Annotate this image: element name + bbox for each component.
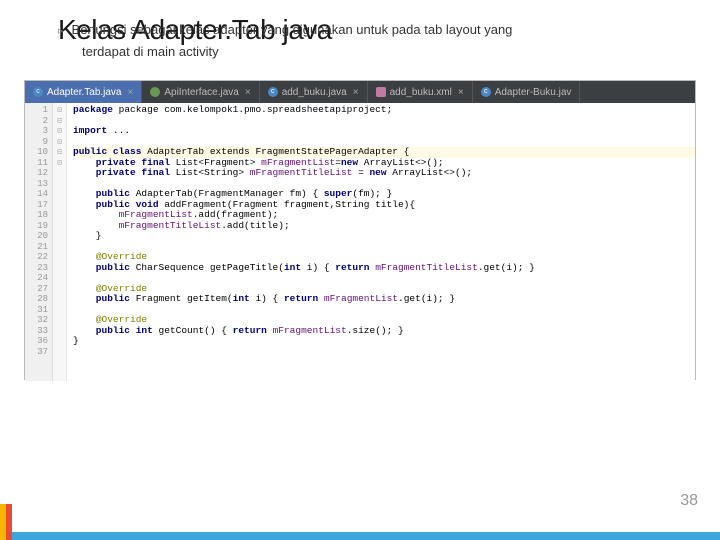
class-icon: c — [33, 87, 43, 97]
class-icon: c — [481, 87, 491, 97]
tab-adapter-tab[interactable]: cAdapter.Tab.java× — [25, 81, 142, 103]
code-editor-window: cAdapter.Tab.java× ApiInterface.java× ca… — [24, 80, 696, 380]
tab-add-buku-java[interactable]: cadd_buku.java× — [260, 81, 368, 103]
footer-accent — [0, 504, 720, 540]
xml-icon — [376, 87, 386, 97]
bullet-line-1: ▹Berfungsi sebagai kelas adapter yang di… — [58, 22, 512, 37]
tab-api-interface[interactable]: ApiInterface.java× — [142, 81, 259, 103]
close-icon[interactable]: × — [353, 87, 359, 98]
bullet-arrow-icon: ▹ — [58, 25, 64, 37]
editor-body: 1239101112131417181920212223242728313233… — [25, 103, 695, 381]
tab-add-buku-xml[interactable]: add_buku.xml× — [368, 81, 473, 103]
class-icon: c — [268, 87, 278, 97]
tab-adapter-buku[interactable]: cAdapter-Buku.jav — [473, 81, 581, 103]
code-area[interactable]: package package com.kelompok1.pmo.spread… — [67, 103, 695, 381]
close-icon[interactable]: × — [458, 87, 464, 98]
editor-tab-bar: cAdapter.Tab.java× ApiInterface.java× ca… — [25, 81, 695, 103]
line-number-gutter: 1239101112131417181920212223242728313233… — [25, 103, 53, 381]
close-icon[interactable]: × — [128, 87, 134, 98]
bullet-line-2: terdapat di main activity — [82, 44, 720, 59]
interface-icon — [150, 87, 160, 97]
close-icon[interactable]: × — [245, 87, 251, 98]
fold-gutter[interactable]: ⊟⊟⊟⊟⊟⊟ — [53, 103, 67, 381]
